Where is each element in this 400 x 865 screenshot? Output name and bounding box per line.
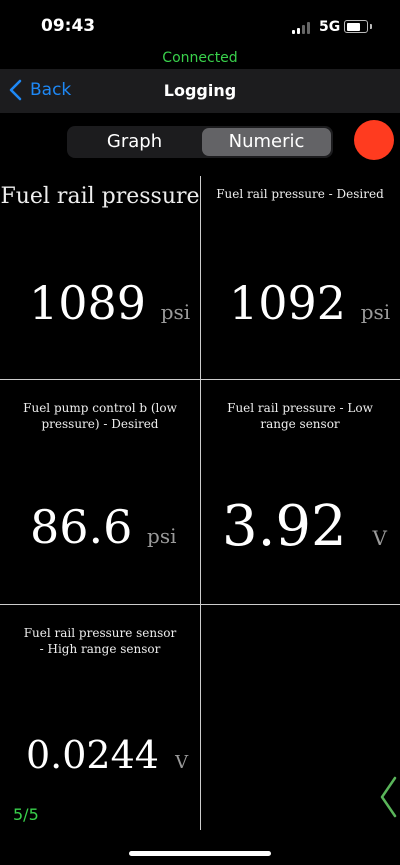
reading-value-group: 0.0244 V xyxy=(26,733,188,777)
view-mode-segmented-control: Graph Numeric xyxy=(67,126,333,158)
reading-value: 0.0244 xyxy=(26,733,159,777)
reading-cell[interactable]: Fuel rail pressure - Desired 1092 psi xyxy=(200,176,400,379)
page-title: Logging xyxy=(163,81,237,100)
reading-cell[interactable]: Fuel rail pressure 1089 psi xyxy=(0,176,200,379)
status-bar: 09:43 5G xyxy=(0,0,400,48)
reading-unit: psi xyxy=(147,524,177,548)
navigation-bar: Back Logging xyxy=(0,69,400,113)
reading-value-group: 1092 psi xyxy=(229,276,390,330)
network-type: 5G xyxy=(319,19,341,35)
reading-unit: V xyxy=(372,526,387,550)
reading-label: Fuel pump control b (low pressure) - Des… xyxy=(23,401,177,431)
reading-unit: V xyxy=(175,752,189,773)
record-button[interactable] xyxy=(354,120,394,160)
empty-cell xyxy=(201,605,400,830)
reading-unit: psi xyxy=(160,300,191,324)
reading-value-group: 1089 psi xyxy=(29,276,190,330)
connection-status: Connected xyxy=(162,50,238,66)
reading-value: 3.92 xyxy=(222,494,347,559)
reading-value: 86.6 xyxy=(30,500,133,554)
home-indicator[interactable] xyxy=(129,851,271,856)
reading-unit: psi xyxy=(360,300,391,324)
reading-value-group: 3.92 V xyxy=(222,494,387,559)
reading-cell[interactable]: Fuel rail pressure - Low range sensor 3.… xyxy=(200,380,400,604)
cellular-signal-icon xyxy=(292,22,312,34)
reading-label: Fuel rail pressure - Low range sensor xyxy=(227,401,373,431)
status-time: 09:43 xyxy=(41,16,96,36)
chevron-left-icon[interactable] xyxy=(378,775,398,819)
reading-label: Fuel rail pressure sensor - High range s… xyxy=(23,626,177,656)
page-indicator: 5/5 xyxy=(13,805,39,824)
reading-label: Fuel rail pressure xyxy=(0,184,200,209)
segment-numeric[interactable]: Numeric xyxy=(202,128,331,156)
reading-label: Fuel rail pressure - Desired xyxy=(216,187,384,201)
reading-value: 1092 xyxy=(229,276,347,330)
segment-graph[interactable]: Graph xyxy=(69,128,200,156)
reading-value-group: 86.6 psi xyxy=(30,500,177,554)
reading-cell[interactable]: Fuel pump control b (low pressure) - Des… xyxy=(0,380,200,604)
reading-value: 1089 xyxy=(29,276,147,330)
reading-cell[interactable]: Fuel rail pressure sensor - High range s… xyxy=(0,605,200,830)
battery-icon xyxy=(344,20,372,33)
readings-grid: Fuel rail pressure 1089 psi Fuel rail pr… xyxy=(0,176,400,830)
